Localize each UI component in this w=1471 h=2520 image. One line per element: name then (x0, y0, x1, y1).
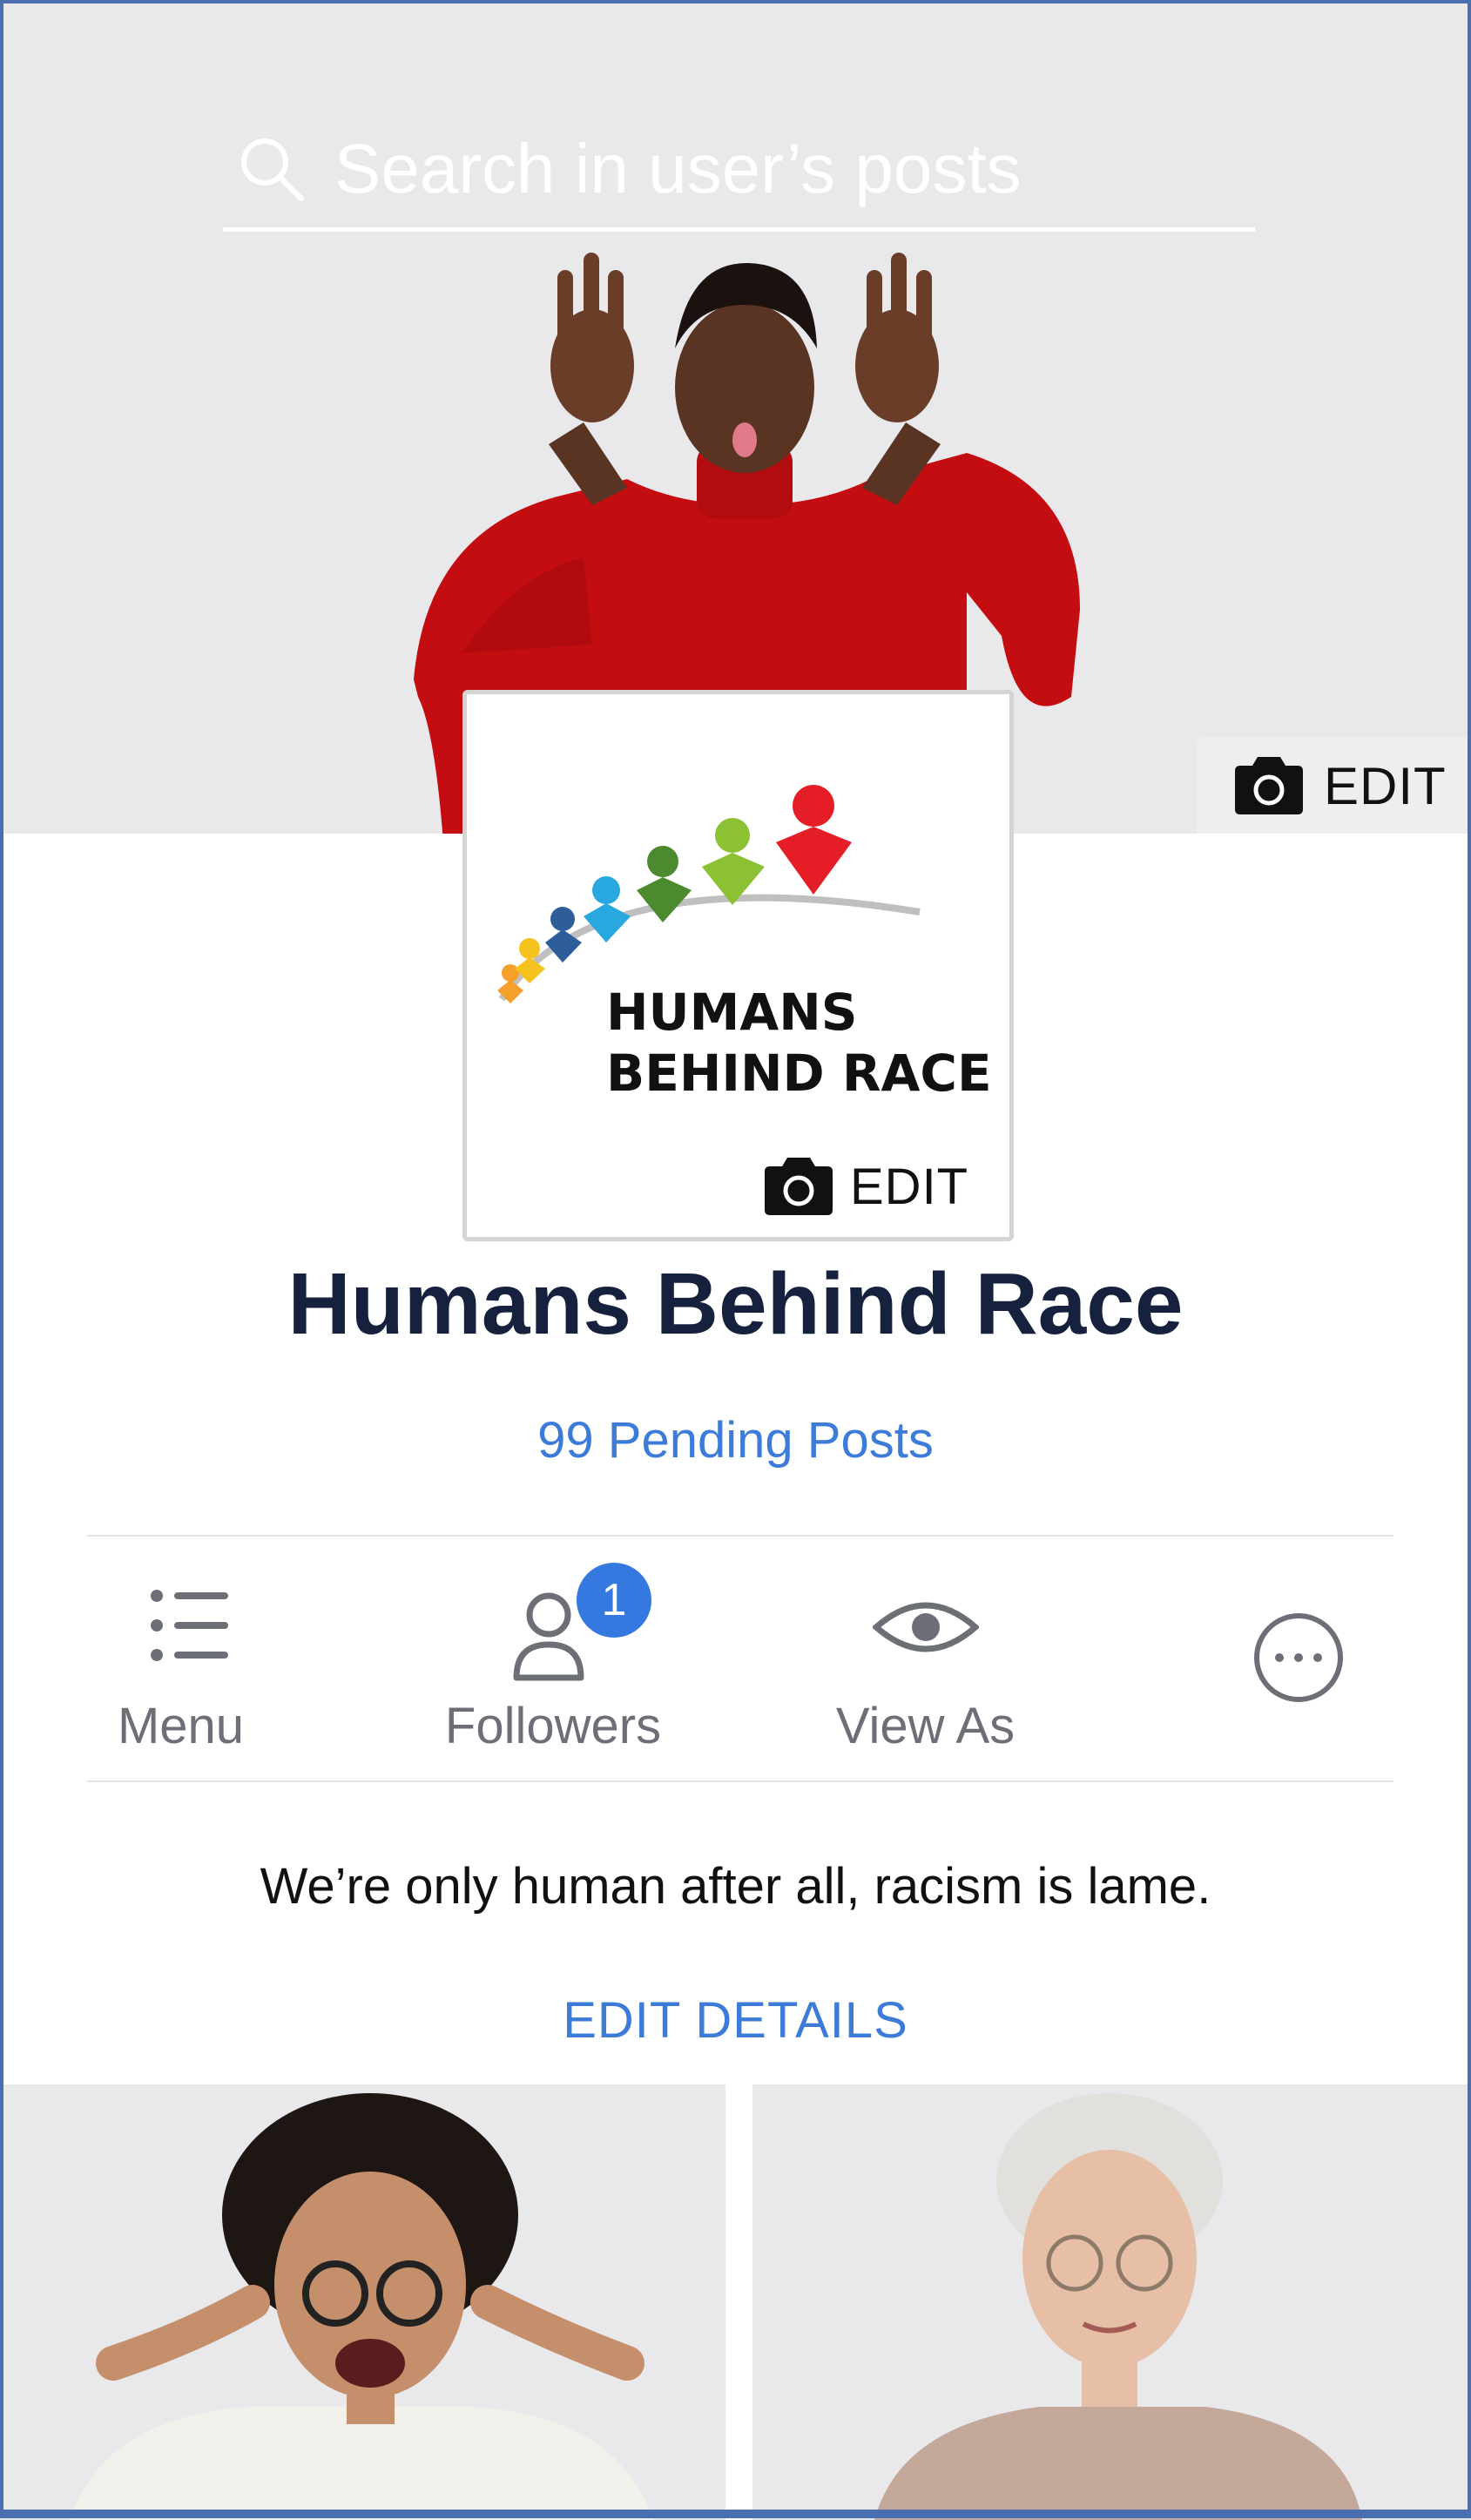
woman-photo (874, 2093, 1362, 2520)
search-bar[interactable] (223, 122, 1255, 232)
man-photo (70, 2093, 653, 2520)
view-as-button[interactable]: View As (827, 1568, 1023, 1760)
camera-icon (1235, 757, 1303, 814)
divider (87, 1535, 1393, 1537)
page-title: Humans Behind Race (287, 1255, 1184, 1353)
page-description: We’re only human after all, racism is la… (260, 1858, 1211, 1915)
logo-text: HUMANS BEHIND RACE (606, 983, 992, 1103)
followers-label: Followers (444, 1698, 662, 1754)
post-thumbnail[interactable] (0, 2084, 725, 2520)
more-options-button[interactable] (1237, 1568, 1359, 1760)
profile-picture[interactable]: HUMANS BEHIND RACE EDIT (462, 690, 1014, 1241)
menu-label: Menu (117, 1698, 245, 1754)
search-input[interactable] (334, 125, 1240, 213)
list-icon (151, 1590, 228, 1661)
camera-icon (765, 1158, 833, 1215)
eye-icon (873, 1602, 979, 1652)
edit-cover-button[interactable]: EDIT (1197, 737, 1471, 834)
followers-badge: 1 (577, 1563, 651, 1638)
view-as-label: View As (835, 1698, 1016, 1754)
more-icon (1254, 1613, 1343, 1702)
menu-button[interactable]: Menu (87, 1568, 274, 1760)
edit-details-button[interactable]: EDIT DETAILS (0, 1991, 1471, 2050)
edit-cover-label: EDIT (1324, 756, 1447, 815)
followers-button[interactable]: 1 Followers (435, 1563, 671, 1760)
pending-posts-link[interactable]: 99 Pending Posts (0, 1411, 1471, 1469)
divider (87, 1780, 1393, 1782)
post-thumbnail[interactable] (752, 2084, 1471, 2520)
search-icon (241, 138, 304, 201)
edit-profile-picture-button[interactable]: EDIT (761, 1156, 968, 1217)
edit-profile-picture-label: EDIT (850, 1158, 969, 1215)
